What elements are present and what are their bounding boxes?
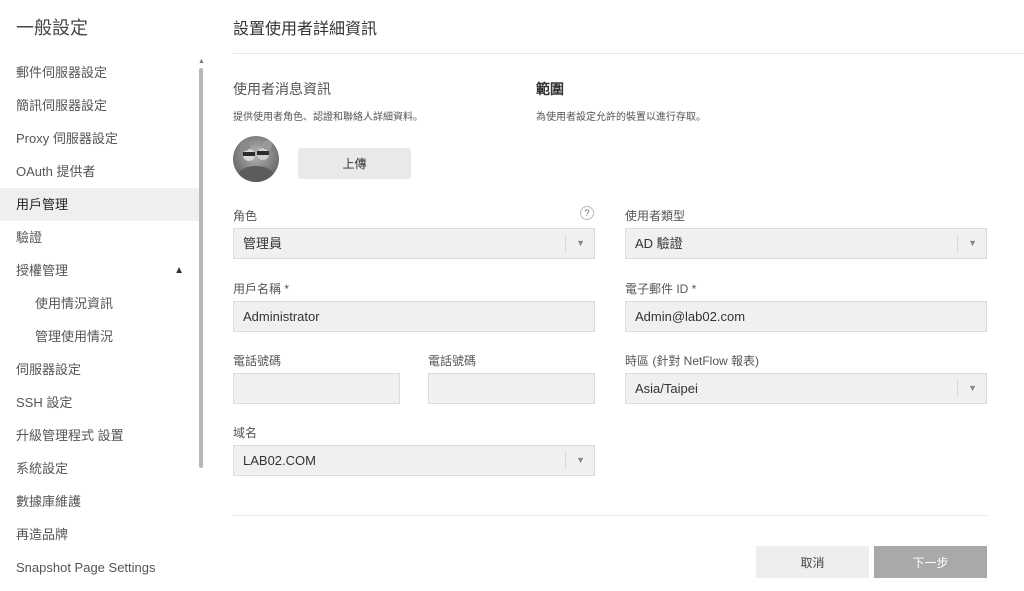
sidebar-item-authentication[interactable]: 驗證: [0, 221, 200, 254]
select-separator: [565, 235, 566, 252]
chevron-down-icon[interactable]: ▼: [576, 229, 585, 258]
sidebar-item-snapshot-page-settings[interactable]: Snapshot Page Settings: [0, 551, 200, 584]
sidebar-item-manage-usage[interactable]: 管理使用情況: [0, 320, 200, 353]
role-value: 管理員: [243, 236, 283, 251]
sidebar-item-label: 授權管理: [16, 263, 69, 278]
domain-label: 域名: [233, 426, 258, 440]
sidebar-item-ssh-settings[interactable]: SSH 設定: [0, 386, 200, 419]
sidebar-item-rebranding[interactable]: 再造品牌: [0, 518, 200, 551]
upload-button[interactable]: 上傳: [298, 148, 411, 179]
avatar: [233, 136, 279, 182]
user-info-desc: 提供使用者角色、認證和聯絡人詳細資料。: [233, 112, 423, 123]
sidebar-item-sms-server[interactable]: 簡訊伺服器設定: [0, 89, 200, 122]
user-type-value: AD 驗證: [635, 236, 683, 251]
select-separator: [565, 452, 566, 469]
sidebar-item-db-maintenance[interactable]: 數據庫維護: [0, 485, 200, 518]
role-label: 角色: [233, 209, 258, 223]
header-divider: [233, 53, 1024, 54]
phone-label-2: 電話號碼: [428, 354, 477, 368]
select-separator: [957, 380, 958, 397]
scroll-up-icon[interactable]: ▲: [198, 58, 205, 66]
sidebar-nav: 郵件伺服器設定 簡訊伺服器設定 Proxy 伺服器設定 OAuth 提供者 用戶…: [0, 56, 200, 584]
username-input[interactable]: [233, 301, 595, 332]
username-label: 用戶名稱 *: [233, 282, 290, 296]
select-separator: [957, 235, 958, 252]
sidebar-item-usage-info[interactable]: 使用情況資訊: [0, 287, 200, 320]
sidebar-item-oauth-provider[interactable]: OAuth 提供者: [0, 155, 200, 188]
scope-desc: 為使用者設定允許的裝置以進行存取。: [536, 112, 706, 123]
sidebar-title: 一般設定: [16, 18, 88, 38]
sidebar-item-license-management[interactable]: 授權管理 ▲: [0, 254, 200, 287]
timezone-value: Asia/Taipei: [635, 381, 698, 396]
sidebar-item-proxy-server[interactable]: Proxy 伺服器設定: [0, 122, 200, 155]
phone-input-1[interactable]: [233, 373, 400, 404]
domain-value: LAB02.COM: [243, 453, 316, 468]
email-label: 電子郵件 ID *: [625, 282, 697, 296]
footer-divider: [233, 515, 987, 516]
sidebar-item-server-settings[interactable]: 伺服器設定: [0, 353, 200, 386]
scrollbar-thumb[interactable]: [199, 68, 203, 468]
email-input[interactable]: [625, 301, 987, 332]
sidebar-scrollbar[interactable]: ▲: [198, 58, 205, 591]
main-content: 設置使用者詳細資訊 使用者消息資訊 提供使用者角色、認證和聯絡人詳細資料。 範圍…: [205, 0, 1024, 591]
chevron-up-icon[interactable]: ▲: [174, 254, 184, 287]
help-icon[interactable]: ?: [580, 206, 594, 220]
chevron-down-icon[interactable]: ▼: [968, 229, 977, 258]
avatar-image: [238, 140, 274, 182]
page-title: 設置使用者詳細資訊: [233, 21, 378, 38]
scope-title: 範圍: [536, 81, 564, 97]
phone-label-1: 電話號碼: [233, 354, 282, 368]
timezone-select[interactable]: Asia/Taipei ▼: [625, 373, 987, 404]
user-type-label: 使用者類型: [625, 209, 686, 223]
sidebar-item-mail-server[interactable]: 郵件伺服器設定: [0, 56, 200, 89]
user-info-title: 使用者消息資訊: [233, 81, 331, 97]
next-button[interactable]: 下一步: [874, 546, 987, 578]
user-type-select[interactable]: AD 驗證 ▼: [625, 228, 987, 259]
chevron-down-icon[interactable]: ▼: [576, 446, 585, 475]
sidebar-item-user-management[interactable]: 用戶管理: [0, 188, 200, 221]
domain-select[interactable]: LAB02.COM ▼: [233, 445, 595, 476]
cancel-button[interactable]: 取消: [756, 546, 869, 578]
app: 一般設定 郵件伺服器設定 簡訊伺服器設定 Proxy 伺服器設定 OAuth 提…: [0, 0, 1024, 591]
timezone-label: 時區 (針對 NetFlow 報表): [625, 354, 760, 368]
role-select[interactable]: 管理員 ▼: [233, 228, 595, 259]
phone-input-2[interactable]: [428, 373, 595, 404]
sidebar-item-system-settings[interactable]: 系統設定: [0, 452, 200, 485]
sidebar: 一般設定 郵件伺服器設定 簡訊伺服器設定 Proxy 伺服器設定 OAuth 提…: [0, 0, 205, 591]
sidebar-item-upgrade-manager[interactable]: 升級管理程式 設置: [0, 419, 200, 452]
chevron-down-icon[interactable]: ▼: [968, 374, 977, 403]
